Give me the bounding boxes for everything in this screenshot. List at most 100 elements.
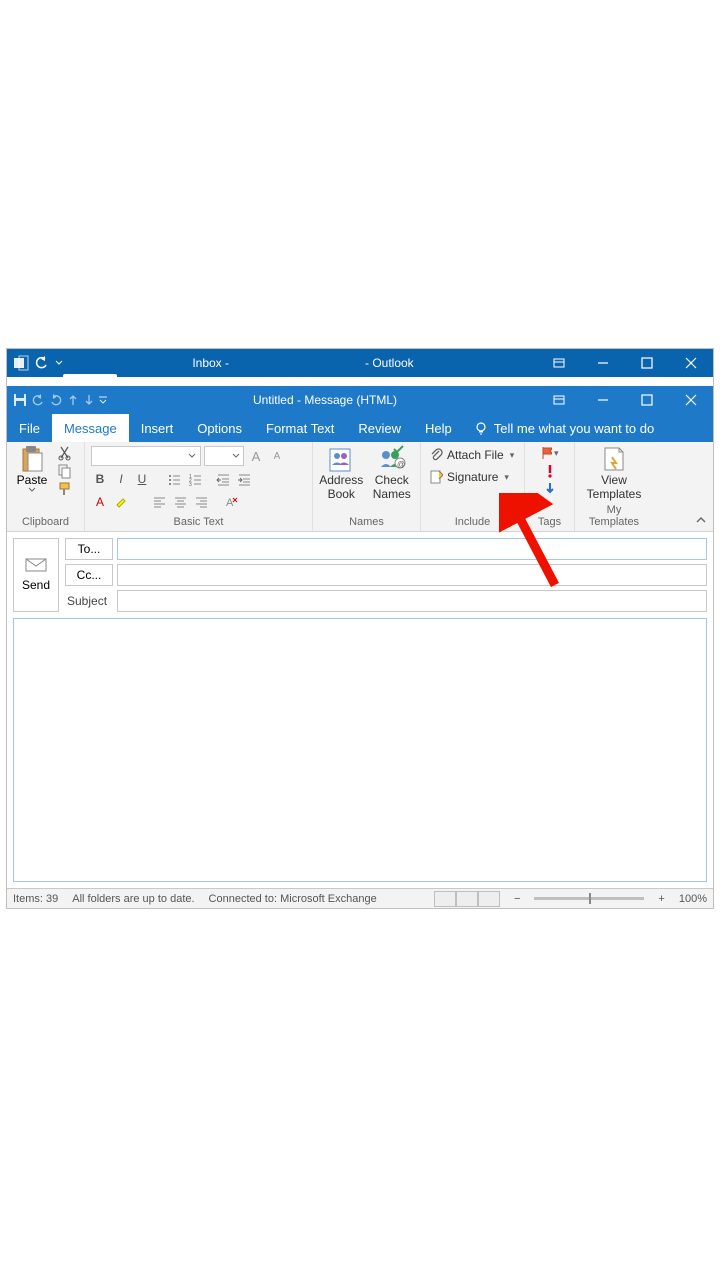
close-icon[interactable] xyxy=(669,349,713,377)
names-group-label: Names xyxy=(319,514,414,531)
bullets-icon[interactable] xyxy=(165,470,183,488)
message-titlebar: Untitled - Message (HTML) xyxy=(7,386,713,414)
outlook-tab-peek xyxy=(63,374,117,384)
cc-button[interactable]: Cc... xyxy=(65,564,113,586)
redo-icon[interactable] xyxy=(49,393,63,407)
align-left-icon[interactable] xyxy=(150,493,168,511)
address-book-icon xyxy=(326,445,356,473)
tell-me-search[interactable]: Tell me what you want to do xyxy=(464,414,664,442)
format-painter-icon[interactable] xyxy=(57,481,73,497)
tab-review[interactable]: Review xyxy=(346,414,413,442)
next-item-icon[interactable] xyxy=(83,393,95,407)
font-color-icon[interactable]: A xyxy=(91,493,109,511)
align-center-icon[interactable] xyxy=(171,493,189,511)
ribbon-display-icon[interactable] xyxy=(537,386,581,414)
message-window-title: Untitled - Message (HTML) xyxy=(113,393,537,407)
collapse-ribbon-icon[interactable] xyxy=(695,515,707,525)
prev-item-icon[interactable] xyxy=(67,393,79,407)
to-input[interactable] xyxy=(117,538,707,560)
chevron-down-icon: ▾ xyxy=(510,450,515,461)
cut-icon[interactable] xyxy=(57,445,73,461)
send-button[interactable]: Send xyxy=(13,538,59,612)
align-right-icon[interactable] xyxy=(192,493,210,511)
tab-file[interactable]: File xyxy=(7,414,52,442)
tab-format-text[interactable]: Format Text xyxy=(254,414,346,442)
outlook-title-inbox: Inbox - xyxy=(192,356,229,370)
font-size-selector[interactable] xyxy=(204,446,244,466)
numbering-icon[interactable]: 123 xyxy=(186,470,204,488)
paperclip-icon xyxy=(429,447,443,463)
italic-icon[interactable]: I xyxy=(112,470,130,488)
ribbon-display-icon[interactable] xyxy=(537,349,581,377)
qat-customize-icon[interactable] xyxy=(99,395,107,405)
undo-icon[interactable] xyxy=(35,356,49,370)
status-items: Items: 39 xyxy=(13,893,58,905)
status-connected: Connected to: Microsoft Exchange xyxy=(209,893,377,905)
to-button[interactable]: To... xyxy=(65,538,113,560)
qat-dropdown-icon[interactable] xyxy=(55,359,63,367)
undo-icon[interactable] xyxy=(31,393,45,407)
signature-button[interactable]: Signature ▾ xyxy=(427,467,516,487)
copy-icon[interactable] xyxy=(57,463,73,479)
zoom-out-icon[interactable]: − xyxy=(514,893,520,905)
subject-input[interactable] xyxy=(117,590,707,612)
tab-options[interactable]: Options xyxy=(185,414,254,442)
tags-group-label: Tags xyxy=(531,514,568,531)
outlook-app-icon xyxy=(13,355,29,371)
close-icon[interactable] xyxy=(669,386,713,414)
attach-file-button[interactable]: Attach File ▾ xyxy=(427,445,516,465)
clear-formatting-icon[interactable]: A xyxy=(222,493,240,511)
increase-indent-icon[interactable] xyxy=(235,470,253,488)
lightbulb-icon xyxy=(474,421,488,435)
zoom-in-icon[interactable]: + xyxy=(658,893,664,905)
basic-text-group-label: Basic Text xyxy=(91,514,306,531)
zoom-level: 100% xyxy=(679,893,707,905)
tab-insert[interactable]: Insert xyxy=(129,414,186,442)
shrink-font-icon[interactable]: A xyxy=(268,447,286,465)
paste-button[interactable]: Paste xyxy=(13,445,51,493)
highlight-icon[interactable] xyxy=(112,493,130,511)
grow-font-icon[interactable]: A xyxy=(247,447,265,465)
ribbon-tabs: File Message Insert Options Format Text … xyxy=(7,414,713,442)
status-bar: Items: 39 All folders are up to date. Co… xyxy=(7,888,713,908)
maximize-icon[interactable] xyxy=(625,386,669,414)
include-group-label: Include xyxy=(427,514,518,531)
send-label: Send xyxy=(22,578,50,592)
address-book-button[interactable]: Address Book xyxy=(319,445,364,502)
clipboard-paste-icon xyxy=(19,445,45,473)
message-body[interactable] xyxy=(13,618,707,882)
save-icon[interactable] xyxy=(13,393,27,407)
minimize-icon[interactable] xyxy=(581,349,625,377)
maximize-icon[interactable] xyxy=(625,349,669,377)
envelope-send-icon xyxy=(25,558,47,572)
ribbon: Paste Clipboard A xyxy=(7,442,713,532)
paste-label: Paste xyxy=(17,473,48,487)
subject-label: Subject xyxy=(65,594,113,608)
low-importance-button[interactable] xyxy=(541,481,559,497)
view-switch-buttons[interactable] xyxy=(434,891,500,907)
signature-icon xyxy=(429,469,443,485)
font-name-selector[interactable] xyxy=(91,446,201,466)
high-importance-button[interactable] xyxy=(541,463,559,479)
svg-text:@: @ xyxy=(397,460,405,469)
my-templates-group-label: My Templates xyxy=(581,502,647,531)
zoom-slider[interactable] xyxy=(534,897,644,900)
bold-icon[interactable]: B xyxy=(91,470,109,488)
svg-text:3: 3 xyxy=(189,482,192,486)
clipboard-group-label: Clipboard xyxy=(13,514,78,531)
tab-message[interactable]: Message xyxy=(52,414,129,442)
minimize-icon[interactable] xyxy=(581,386,625,414)
decrease-indent-icon[interactable] xyxy=(214,470,232,488)
outlook-main-titlebar: Inbox - - Outlook xyxy=(7,349,713,377)
tab-help[interactable]: Help xyxy=(413,414,464,442)
view-templates-button[interactable]: View Templates xyxy=(581,445,647,502)
follow-up-flag-button[interactable]: ▾ xyxy=(541,445,559,461)
underline-icon[interactable]: U xyxy=(133,470,151,488)
outlook-title-app: - Outlook xyxy=(365,356,414,370)
check-names-button[interactable]: @ Check Names xyxy=(370,445,415,502)
status-folders: All folders are up to date. xyxy=(72,893,194,905)
cc-input[interactable] xyxy=(117,564,707,586)
tell-me-placeholder: Tell me what you want to do xyxy=(494,421,654,436)
chevron-down-icon xyxy=(28,487,36,493)
check-names-icon: @ xyxy=(377,445,407,473)
